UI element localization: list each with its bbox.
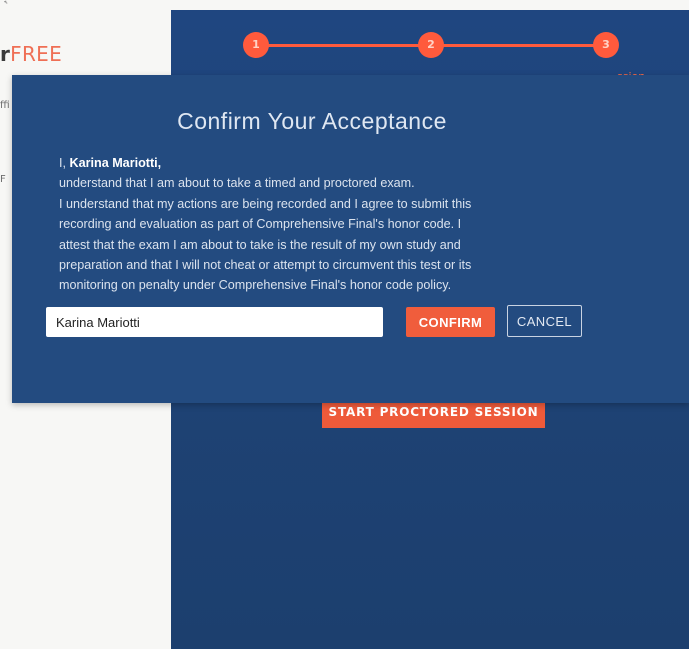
statement-line: I understand that my actions are being r…: [59, 196, 472, 211]
statement-line: understand that I am about to take a tim…: [59, 176, 415, 191]
confirm-acceptance-modal: Confirm Your Acceptance I, Karina Mariot…: [12, 75, 689, 403]
modal-title: Confirm Your Acceptance: [177, 108, 447, 134]
step-connector: [256, 44, 431, 47]
statement-line: monitoring on penalty under Comprehensiv…: [59, 278, 452, 293]
brand-logo: rFREE: [0, 42, 62, 66]
brand-fragment: r: [0, 42, 11, 66]
step-3-indicator: 3: [593, 32, 619, 58]
brand-free-label: FREE: [10, 42, 63, 66]
step-connector: [431, 44, 606, 47]
cancel-button[interactable]: CANCEL: [507, 305, 582, 337]
acceptance-statement: I, Karina Mariotti, understand that I am…: [59, 153, 579, 296]
background-text-fragment: F: [0, 174, 6, 185]
corner-mark: ˞: [4, 0, 8, 9]
signature-name-input[interactable]: [46, 307, 383, 337]
step-1-indicator: 1: [243, 32, 269, 58]
statement-line: attest that the exam I am about to take …: [59, 237, 461, 252]
step-2-indicator: 2: [418, 32, 444, 58]
statement-line: recording and evaluation as part of Comp…: [59, 217, 462, 232]
statement-prefix: I,: [59, 156, 70, 170]
step-progress: 1 2 3: [243, 32, 623, 58]
statement-line: preparation and that I will not cheat or…: [59, 258, 472, 273]
background-text-fragment: ffi: [0, 100, 10, 111]
user-name: Karina Mariotti,: [69, 156, 162, 170]
statement-intro: I, Karina Mariotti,: [59, 153, 579, 173]
confirm-button[interactable]: CONFIRM: [406, 307, 495, 337]
